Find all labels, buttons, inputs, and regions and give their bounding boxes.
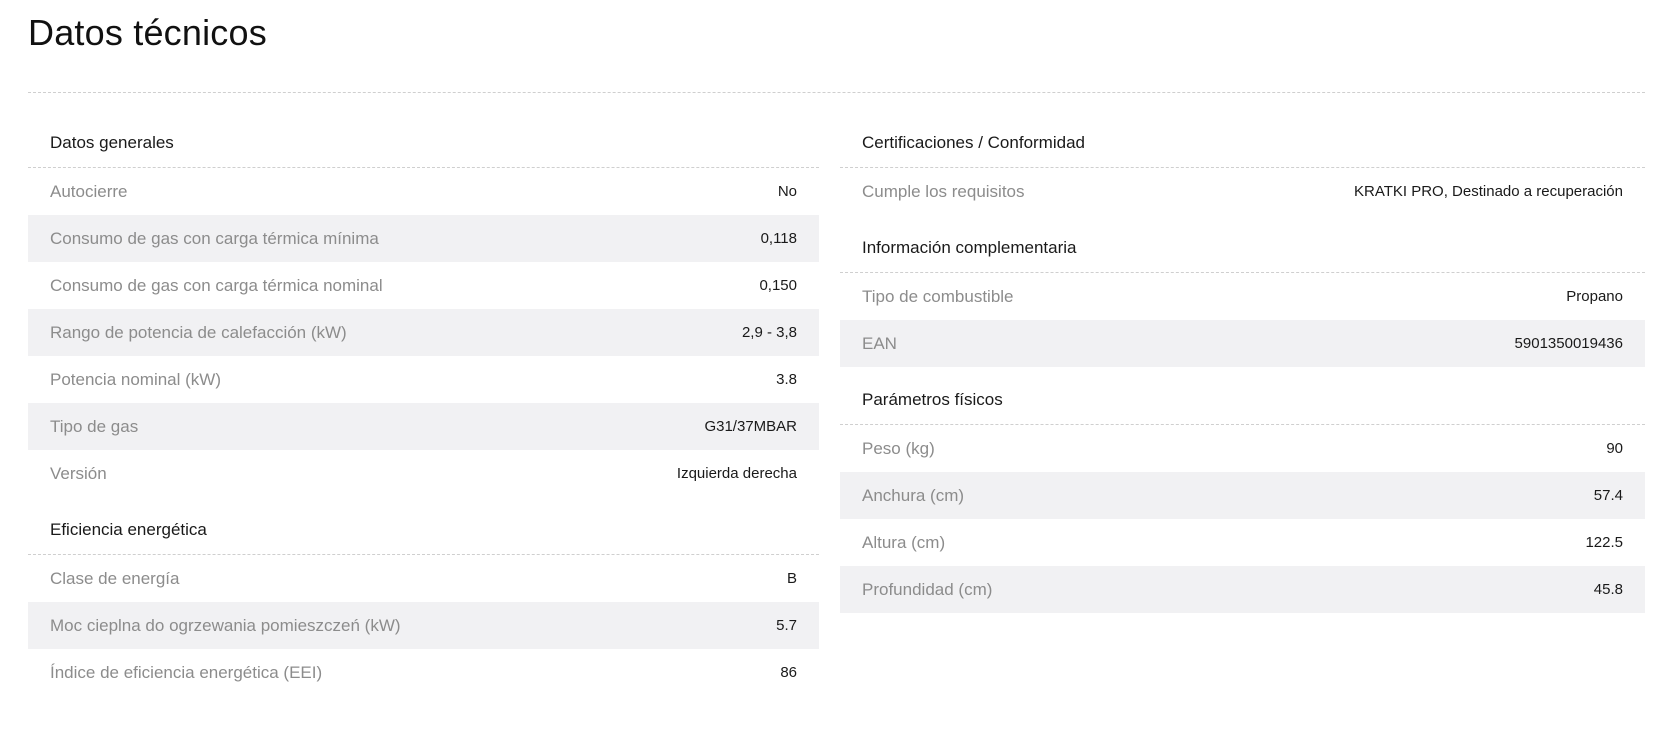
spec-label: Anchura (cm) bbox=[862, 485, 965, 505]
tech-data-page: Datos técnicos Datos generales Autocierr… bbox=[0, 0, 1672, 740]
spec-value: KRATKI PRO, Destinado a recuperación bbox=[1353, 183, 1623, 200]
spec-value: 3.8 bbox=[776, 371, 797, 388]
spec-label: Cumple los requisitos bbox=[862, 181, 1025, 201]
spec-value: B bbox=[786, 570, 797, 587]
spec-row: Tipo de combustible Propano bbox=[840, 273, 1645, 320]
spec-row: Peso (kg) 90 bbox=[840, 425, 1645, 472]
spec-value: Propano bbox=[1566, 288, 1623, 305]
spec-value: 57.4 bbox=[1593, 487, 1623, 504]
spec-label: Tipo de combustible bbox=[862, 286, 1014, 306]
spec-value: 5901350019436 bbox=[1514, 335, 1623, 352]
section-heading-extra: Información complementaria bbox=[840, 223, 1645, 273]
spec-row: Anchura (cm) 57.4 bbox=[840, 472, 1645, 519]
spec-label: Tipo de gas bbox=[50, 416, 139, 436]
spec-row: EAN 5901350019436 bbox=[840, 320, 1645, 367]
section-heading-energy: Eficiencia energética bbox=[28, 505, 819, 555]
spec-row: Altura (cm) 122.5 bbox=[840, 519, 1645, 566]
spec-label: Índice de eficiencia energética (EEI) bbox=[50, 662, 323, 682]
spec-value: 90 bbox=[1606, 440, 1623, 457]
spec-value: 86 bbox=[780, 664, 797, 681]
spec-row: Consumo de gas con carga térmica mínima … bbox=[28, 215, 819, 262]
spec-row: Potencia nominal (kW) 3.8 bbox=[28, 356, 819, 403]
section-heading-certs: Certificaciones / Conformidad bbox=[840, 118, 1645, 168]
section-heading-general: Datos generales bbox=[28, 118, 819, 168]
spec-row: Rango de potencia de calefacción (kW) 2,… bbox=[28, 309, 819, 356]
spec-label: Profundidad (cm) bbox=[862, 579, 993, 599]
spec-label: Moc cieplna do ogrzewania pomieszczeń (k… bbox=[50, 615, 401, 635]
spec-value: 0,150 bbox=[759, 277, 797, 294]
spec-row: Tipo de gas G31/37MBAR bbox=[28, 403, 819, 450]
right-column: Certificaciones / Conformidad Cumple los… bbox=[840, 118, 1645, 613]
spec-label: Rango de potencia de calefacción (kW) bbox=[50, 322, 347, 342]
spec-label: Altura (cm) bbox=[862, 532, 946, 552]
spec-value: 122.5 bbox=[1585, 534, 1623, 551]
spec-label: Peso (kg) bbox=[862, 438, 935, 458]
spec-value: 2,9 - 3,8 bbox=[741, 324, 797, 341]
section-heading-physical: Parámetros físicos bbox=[840, 375, 1645, 425]
spec-row: Moc cieplna do ogrzewania pomieszczeń (k… bbox=[28, 602, 819, 649]
spec-row: Versión Izquierda derecha bbox=[28, 450, 819, 497]
spec-value: 45.8 bbox=[1593, 581, 1623, 598]
spec-row: Cumple los requisitos KRATKI PRO, Destin… bbox=[840, 168, 1645, 215]
spec-value: 0,118 bbox=[760, 230, 797, 247]
spec-row: Clase de energía B bbox=[28, 555, 819, 602]
spec-label: EAN bbox=[862, 333, 897, 353]
spec-value: Izquierda derecha bbox=[676, 465, 797, 482]
spec-label: Clase de energía bbox=[50, 568, 180, 588]
spec-label: Consumo de gas con carga térmica mínima bbox=[50, 228, 379, 248]
title-divider bbox=[28, 92, 1645, 93]
spec-row: Autocierre No bbox=[28, 168, 819, 215]
left-column: Datos generales Autocierre No Consumo de… bbox=[28, 118, 819, 696]
spec-row: Profundidad (cm) 45.8 bbox=[840, 566, 1645, 613]
spec-value: No bbox=[777, 183, 797, 200]
spec-row: Consumo de gas con carga térmica nominal… bbox=[28, 262, 819, 309]
spec-label: Versión bbox=[50, 463, 107, 483]
page-title: Datos técnicos bbox=[28, 12, 267, 53]
spec-label: Autocierre bbox=[50, 181, 128, 201]
spec-label: Consumo de gas con carga térmica nominal bbox=[50, 275, 383, 295]
spec-row: Índice de eficiencia energética (EEI) 86 bbox=[28, 649, 819, 696]
spec-label: Potencia nominal (kW) bbox=[50, 369, 222, 389]
spec-value: G31/37MBAR bbox=[704, 418, 797, 435]
spec-value: 5.7 bbox=[776, 617, 797, 634]
